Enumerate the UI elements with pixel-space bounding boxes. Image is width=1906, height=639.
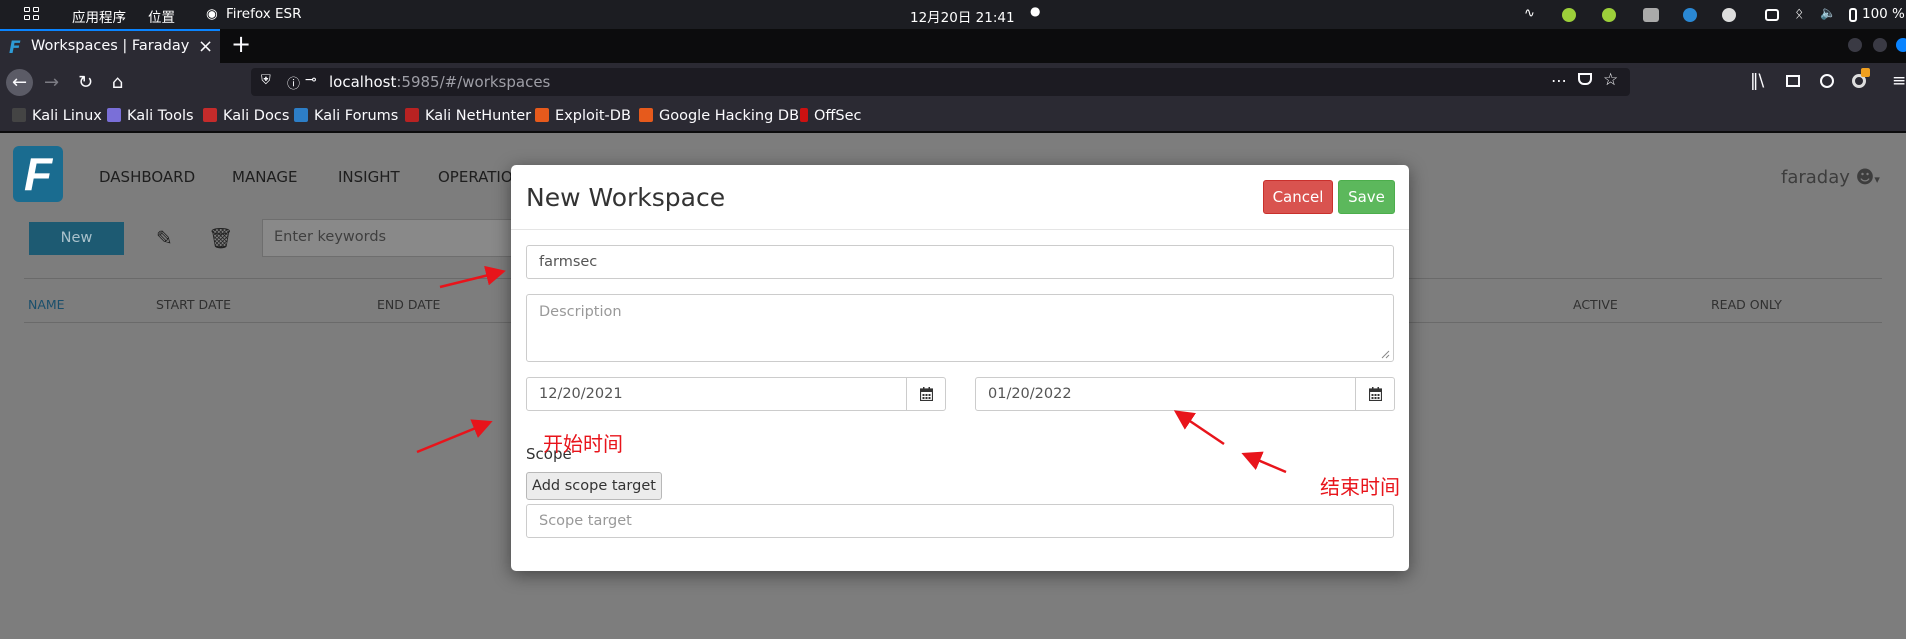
apps-menu[interactable]: 应用程序 [72, 6, 126, 26]
bookmark-kali-docs[interactable]: Kali Docs [203, 108, 289, 124]
col-read-only[interactable]: READ ONLY [1711, 297, 1782, 312]
calendar-icon [1369, 387, 1382, 401]
new-tab-icon[interactable]: + [231, 30, 251, 58]
os-top-bar: 应用程序 位置 ◉ Firefox ESR 12月20日 21:41 ● ∿ ᛟ… [0, 0, 1906, 29]
nav-insight[interactable]: INSIGHT [338, 168, 400, 186]
tray-app-icon-2[interactable] [1602, 8, 1616, 22]
nav-operations[interactable]: OPERATIO [438, 168, 513, 186]
faraday-logo[interactable]: F [13, 146, 63, 202]
firefox-icon: ◉ [206, 6, 218, 22]
activity-icon[interactable]: ∿ [1524, 6, 1538, 21]
caret-down-icon: ▾ [1874, 173, 1880, 186]
trash-icon[interactable]: 🗑 [208, 226, 233, 250]
kali-icon [12, 108, 26, 122]
ghdb-icon [639, 108, 653, 122]
tab-workspaces[interactable]: F Workspaces | Faraday × [0, 29, 220, 63]
user-icon: ☻ [1855, 167, 1875, 188]
col-start-date[interactable]: START DATE [156, 297, 231, 312]
volume-icon[interactable]: 🔈 [1820, 6, 1836, 21]
bookmark-kali-tools[interactable]: Kali Tools [107, 108, 194, 124]
nav-dashboard[interactable]: DASHBOARD [99, 168, 195, 186]
user-menu[interactable]: faraday ☻▾ [1781, 167, 1880, 188]
bookmark-exploit-db[interactable]: Exploit-DB [535, 108, 631, 124]
edit-icon[interactable]: ✎ [156, 226, 176, 250]
battery-level: 100 % [1862, 6, 1905, 22]
places-menu[interactable]: 位置 [148, 6, 175, 26]
start-time-annotation: 开始时间 [543, 432, 623, 456]
kali-tools-icon [107, 108, 121, 122]
home-icon[interactable]: ⌂ [104, 69, 131, 96]
reload-icon[interactable]: ↻ [72, 69, 99, 96]
pocket-icon[interactable] [1578, 73, 1592, 85]
start-date-input[interactable]: 12/20/2021 [526, 377, 907, 411]
scope-target-input[interactable]: Scope target [526, 504, 1394, 538]
bookmark-kali-forums[interactable]: Kali Forums [294, 108, 398, 124]
search-input[interactable]: Enter keywords [262, 219, 512, 257]
bookmarks-bar: Kali Linux Kali Tools Kali Docs Kali For… [0, 102, 1906, 133]
window-minimize-icon[interactable] [1848, 38, 1862, 52]
url-bar[interactable]: ⛨ ⓘ ⊸ localhost:5985/#/workspaces ⋯ ☆ [251, 68, 1630, 96]
nethunter-icon [405, 108, 419, 122]
notification-dot-icon: ● [1030, 4, 1041, 18]
start-date-picker-button[interactable] [906, 377, 946, 411]
keyboard-icon[interactable] [1643, 8, 1659, 22]
col-name[interactable]: NAME [28, 297, 65, 312]
tray-app-icon[interactable] [1562, 8, 1576, 22]
new-workspace-button[interactable]: New [29, 222, 124, 255]
bluetooth-tray-icon[interactable] [1683, 8, 1697, 22]
close-tab-icon[interactable]: × [198, 36, 213, 57]
cancel-button[interactable]: Cancel [1263, 180, 1333, 214]
tab-strip [0, 29, 1906, 63]
battery-icon [1849, 8, 1857, 22]
faraday-favicon-icon: F [9, 38, 21, 58]
apps-grid-icon[interactable] [24, 7, 41, 22]
bookmark-kali-nethunter[interactable]: Kali NetHunter [405, 108, 531, 124]
resize-grip-icon[interactable] [1380, 349, 1390, 359]
end-time-annotation: 结束时间 [1320, 475, 1400, 499]
col-end-date[interactable]: END DATE [377, 297, 440, 312]
url-text[interactable]: localhost:5985/#/workspaces [329, 73, 550, 91]
add-scope-target-button[interactable]: Add scope target [526, 472, 662, 500]
account-icon[interactable] [1820, 74, 1834, 88]
calendar-icon [920, 387, 933, 401]
back-icon[interactable]: ← [6, 69, 33, 96]
network-icon[interactable] [1722, 8, 1736, 22]
workspace-name-input[interactable]: farmsec [526, 245, 1394, 279]
exploit-db-icon [535, 108, 549, 122]
bookmark-offsec[interactable]: OffSec [800, 108, 862, 124]
kali-docs-icon [203, 108, 217, 122]
extension-badge [1861, 68, 1870, 77]
modal-title: New Workspace [526, 183, 726, 212]
display-icon[interactable] [1765, 9, 1779, 21]
offsec-icon [800, 108, 808, 122]
end-date-picker-button[interactable] [1355, 377, 1395, 411]
bluetooth-icon[interactable]: ᛟ [1795, 6, 1803, 22]
nav-manage[interactable]: MANAGE [232, 168, 298, 186]
modal-header-divider [511, 229, 1409, 230]
active-app-label[interactable]: Firefox ESR [226, 6, 301, 22]
save-button[interactable]: Save [1338, 180, 1395, 214]
menu-icon[interactable]: ≡ [1892, 71, 1906, 91]
shield-icon[interactable]: ⛨ [261, 73, 271, 88]
clock[interactable]: 12月20日 21:41 [910, 6, 1015, 26]
library-icon[interactable]: ‖\ [1750, 71, 1764, 91]
sidebar-icon[interactable] [1786, 75, 1800, 87]
info-icon[interactable]: ⓘ [287, 73, 300, 92]
end-date-input[interactable]: 01/20/2022 [975, 377, 1356, 411]
description-textarea[interactable]: Description [526, 294, 1394, 362]
bookmark-google-hacking-db[interactable]: Google Hacking DB [639, 108, 799, 124]
bookmark-star-icon[interactable]: ☆ [1603, 70, 1618, 90]
bookmark-kali-linux[interactable]: Kali Linux [12, 108, 102, 124]
key-icon[interactable]: ⊸ [305, 72, 317, 88]
more-actions-icon[interactable]: ⋯ [1551, 71, 1567, 90]
col-active[interactable]: ACTIVE [1573, 297, 1618, 312]
forward-icon[interactable]: → [38, 69, 65, 96]
kali-forums-icon [294, 108, 308, 122]
tab-title: Workspaces | Faraday [31, 38, 190, 54]
window-close-icon[interactable] [1896, 38, 1906, 52]
window-maximize-icon[interactable] [1873, 38, 1887, 52]
